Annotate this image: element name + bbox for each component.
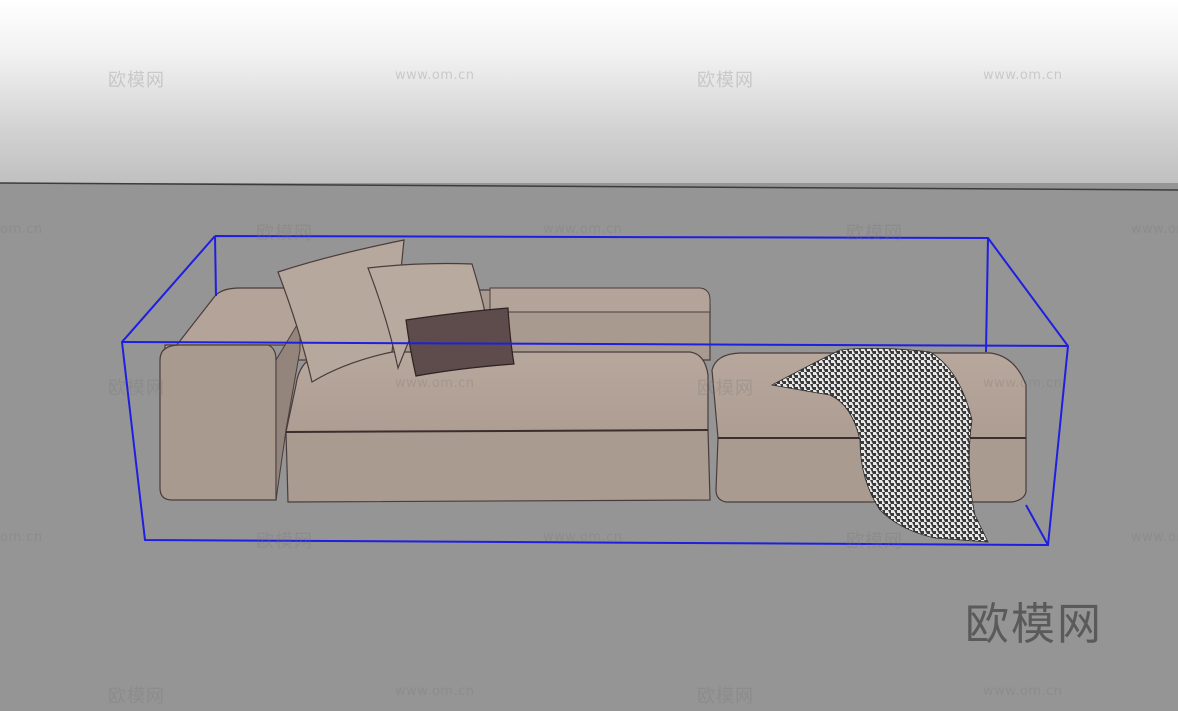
watermark-brand: 欧模网 [846, 223, 903, 244]
watermark-url: www.om [1131, 222, 1178, 237]
model-viewport[interactable]: 欧模网 www.om.cn 欧模网 www.om.cn om.cn 欧模网 ww… [0, 0, 1178, 711]
watermark-brand: 欧模网 [697, 70, 754, 91]
watermark-url: www.om.cn [543, 530, 623, 545]
watermark-url: www.om.cn [983, 376, 1063, 391]
watermark-brand: 欧模网 [108, 686, 165, 707]
watermark-brand: 欧模网 [108, 378, 165, 399]
watermark-brand: 欧模网 [108, 70, 165, 91]
brand-logo: 欧模网 [965, 599, 1103, 650]
watermark-url: www.om.cn [983, 684, 1063, 699]
watermark-url: www.om.cn [543, 222, 623, 237]
horizon-line [0, 182, 1178, 191]
watermark-url: om.cn [0, 222, 43, 237]
watermark-url: www.om.cn [395, 376, 475, 391]
watermark-brand: 欧模网 [846, 531, 903, 552]
watermark-brand: 欧模网 [697, 686, 754, 707]
sofa-backrest-top [489, 287, 711, 313]
watermark-brand: 欧模网 [697, 378, 754, 399]
seat-base-front [285, 429, 711, 503]
watermark-url: www.om.cn [983, 68, 1063, 83]
watermark-url: om.cn [0, 530, 43, 545]
watermark-url: www.om [1131, 530, 1178, 545]
watermark-url: www.om.cn [395, 68, 475, 83]
left-arm-front [159, 344, 277, 501]
watermark-brand: 欧模网 [256, 531, 313, 552]
watermark-brand: 欧模网 [256, 223, 313, 244]
watermark-url: www.om.cn [395, 684, 475, 699]
pillow-dark [405, 307, 515, 377]
